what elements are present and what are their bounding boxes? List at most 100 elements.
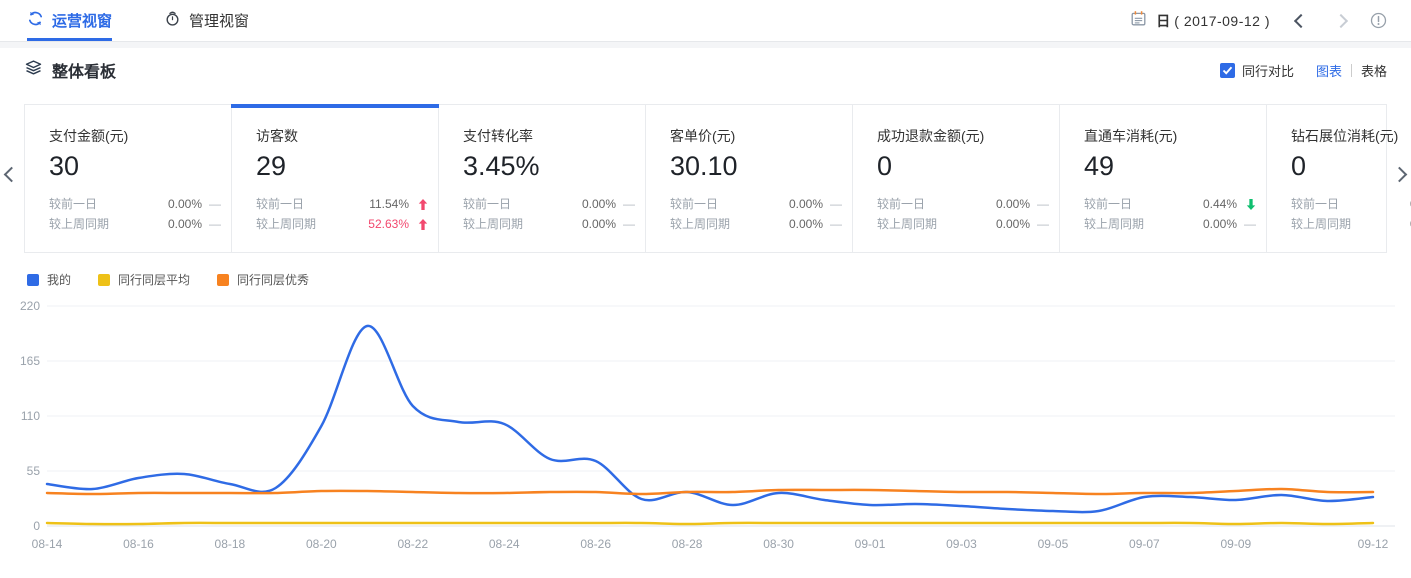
metric-value: 49 bbox=[1084, 151, 1256, 182]
compare-row-label: 较上周同期 bbox=[670, 214, 775, 234]
series-line-1 bbox=[47, 523, 1373, 524]
y-tick-label: 110 bbox=[21, 409, 40, 423]
compare-row-value: 0.00% bbox=[1189, 214, 1237, 234]
metric-label: 支付金额(元) bbox=[49, 126, 221, 146]
trend-icon: — bbox=[823, 194, 842, 214]
compare-row-value: 0.00% bbox=[775, 194, 823, 214]
trend-chart[interactable]: 05511016522008-1408-1608-1808-2008-2208-… bbox=[0, 290, 1411, 578]
metric-label: 钻石展位消耗(元) bbox=[1291, 126, 1411, 146]
tab-operation-window[interactable]: 运营视窗 bbox=[27, 0, 112, 41]
metric-card-ztc-spend[interactable]: 直通车消耗(元) 49 较前一日0.44% 较上周同期0.00%— bbox=[1060, 105, 1267, 252]
metric-label: 客单价(元) bbox=[670, 126, 842, 146]
compare-row-value: 52.63% bbox=[361, 214, 409, 234]
peer-compare-label[interactable]: 同行对比 bbox=[1242, 61, 1294, 80]
compare-row-label: 较上周同期 bbox=[463, 214, 568, 234]
compare-row-value: 0.00% bbox=[568, 214, 616, 234]
compare-row-value: 11.54% bbox=[361, 194, 409, 214]
trend-icon: — bbox=[202, 214, 221, 234]
compare-row-label: 较上周同期 bbox=[256, 214, 361, 234]
legend-label: 同行同层优秀 bbox=[237, 271, 309, 288]
legend-swatch-mine bbox=[27, 274, 39, 286]
compare-row-value: 0.00% bbox=[982, 214, 1030, 234]
metric-label: 直通车消耗(元) bbox=[1084, 126, 1256, 146]
trend-icon: — bbox=[616, 214, 635, 234]
compare-row-label: 较前一日 bbox=[670, 194, 775, 214]
compare-row-value: 0.00% bbox=[154, 214, 202, 234]
compare-row-label: 较前一日 bbox=[1084, 194, 1189, 214]
x-tick-label: 08-20 bbox=[306, 537, 337, 551]
metric-label: 支付转化率 bbox=[463, 126, 635, 146]
next-date-icon bbox=[1332, 12, 1350, 30]
metric-label: 访客数 bbox=[256, 126, 428, 146]
compare-row-value: 0.00% bbox=[982, 194, 1030, 214]
cards-prev-icon[interactable] bbox=[2, 163, 21, 189]
metric-label: 成功退款金额(元) bbox=[877, 126, 1049, 146]
metric-value: 29 bbox=[256, 151, 428, 182]
y-tick-label: 165 bbox=[20, 354, 40, 368]
view-switch-divider bbox=[1351, 64, 1352, 77]
compare-row-value: 0.00% bbox=[568, 194, 616, 214]
metric-card-pay-amount[interactable]: 支付金额(元) 30 较前一日0.00%— 较上周同期0.00%— bbox=[25, 105, 232, 252]
trend-icon: — bbox=[1030, 214, 1049, 234]
page-title: 整体看板 bbox=[52, 58, 116, 82]
tab-label: 管理视窗 bbox=[189, 10, 249, 31]
y-tick-label: 220 bbox=[20, 299, 40, 313]
y-tick-label: 55 bbox=[27, 464, 41, 478]
compare-row-label: 较前一日 bbox=[877, 194, 982, 214]
trend-icon: — bbox=[1030, 194, 1049, 214]
top-nav: 运营视窗 管理视窗 日 ( 2 bbox=[0, 0, 1411, 42]
active-card-indicator bbox=[231, 104, 439, 108]
metric-card-visitors[interactable]: 访客数 29 较前一日11.54% 较上周同期52.63% bbox=[232, 105, 439, 252]
legend-swatch-peer-top bbox=[217, 274, 229, 286]
date-controls: 日 ( 2017-09-12 ) bbox=[1130, 10, 1387, 32]
prev-date-icon[interactable] bbox=[1292, 12, 1310, 30]
calendar-icon[interactable] bbox=[1130, 10, 1147, 32]
x-tick-label: 09-01 bbox=[855, 537, 886, 551]
x-tick-label: 09-05 bbox=[1038, 537, 1069, 551]
compare-row-label: 较前一日 bbox=[463, 194, 568, 214]
tab-label: 运营视窗 bbox=[52, 10, 112, 31]
view-switch-table[interactable]: 表格 bbox=[1361, 61, 1387, 80]
metric-value: 3.45% bbox=[463, 151, 635, 182]
series-line-0 bbox=[47, 326, 1373, 512]
metric-card-avg-order-value[interactable]: 客单价(元) 30.10 较前一日0.00%— 较上周同期0.00%— bbox=[646, 105, 853, 252]
cards-next-icon[interactable] bbox=[1390, 163, 1409, 189]
compare-row-label: 较上周同期 bbox=[877, 214, 982, 234]
legend-item-peer-top[interactable]: 同行同层优秀 bbox=[217, 271, 309, 288]
compare-row-value: 0.44% bbox=[1189, 194, 1237, 214]
metric-card-conversion-rate[interactable]: 支付转化率 3.45% 较前一日0.00%— 较上周同期0.00%— bbox=[439, 105, 646, 252]
x-tick-label: 09-07 bbox=[1129, 537, 1160, 551]
window-tabs: 运营视窗 管理视窗 bbox=[0, 0, 249, 41]
legend-item-mine[interactable]: 我的 bbox=[27, 271, 71, 288]
metric-value: 0 bbox=[877, 151, 1049, 182]
x-tick-label: 09-12 bbox=[1358, 537, 1389, 551]
compare-row-value: 0.00% bbox=[775, 214, 823, 234]
x-tick-label: 08-22 bbox=[397, 537, 428, 551]
operation-window-icon bbox=[27, 10, 44, 31]
chart-legend: 我的 同行同层平均 同行同层优秀 bbox=[27, 271, 1411, 288]
compare-row-label: 较前一日 bbox=[256, 194, 361, 214]
tab-management-window[interactable]: 管理视窗 bbox=[164, 0, 249, 41]
compare-row-value: 0.00% bbox=[1396, 214, 1411, 234]
legend-item-peer-average[interactable]: 同行同层平均 bbox=[98, 271, 190, 288]
view-switch-chart[interactable]: 图表 bbox=[1316, 61, 1342, 80]
legend-label: 同行同层平均 bbox=[118, 271, 190, 288]
trend-icon: — bbox=[1237, 214, 1256, 234]
management-window-icon bbox=[164, 10, 181, 31]
x-tick-label: 09-03 bbox=[946, 537, 977, 551]
metric-value: 30 bbox=[49, 151, 221, 182]
metric-cards-row: 支付金额(元) 30 较前一日0.00%— 较上周同期0.00%— 访客数 29… bbox=[24, 104, 1387, 253]
metric-card-refund-amount[interactable]: 成功退款金额(元) 0 较前一日0.00%— 较上周同期0.00%— bbox=[853, 105, 1060, 252]
date-granularity[interactable]: 日 bbox=[1156, 11, 1170, 31]
info-icon[interactable] bbox=[1370, 12, 1387, 29]
x-tick-label: 08-30 bbox=[763, 537, 794, 551]
x-tick-label: 08-26 bbox=[580, 537, 611, 551]
peer-compare-checkbox[interactable] bbox=[1220, 63, 1235, 78]
x-tick-label: 08-14 bbox=[32, 537, 63, 551]
date-range[interactable]: ( 2017-09-12 ) bbox=[1174, 13, 1270, 29]
x-tick-label: 09-09 bbox=[1220, 537, 1251, 551]
active-tab-underline bbox=[27, 38, 112, 41]
compare-row-label: 较前一日 bbox=[1291, 194, 1396, 214]
compare-row-label: 较前一日 bbox=[49, 194, 154, 214]
x-tick-label: 08-28 bbox=[672, 537, 703, 551]
